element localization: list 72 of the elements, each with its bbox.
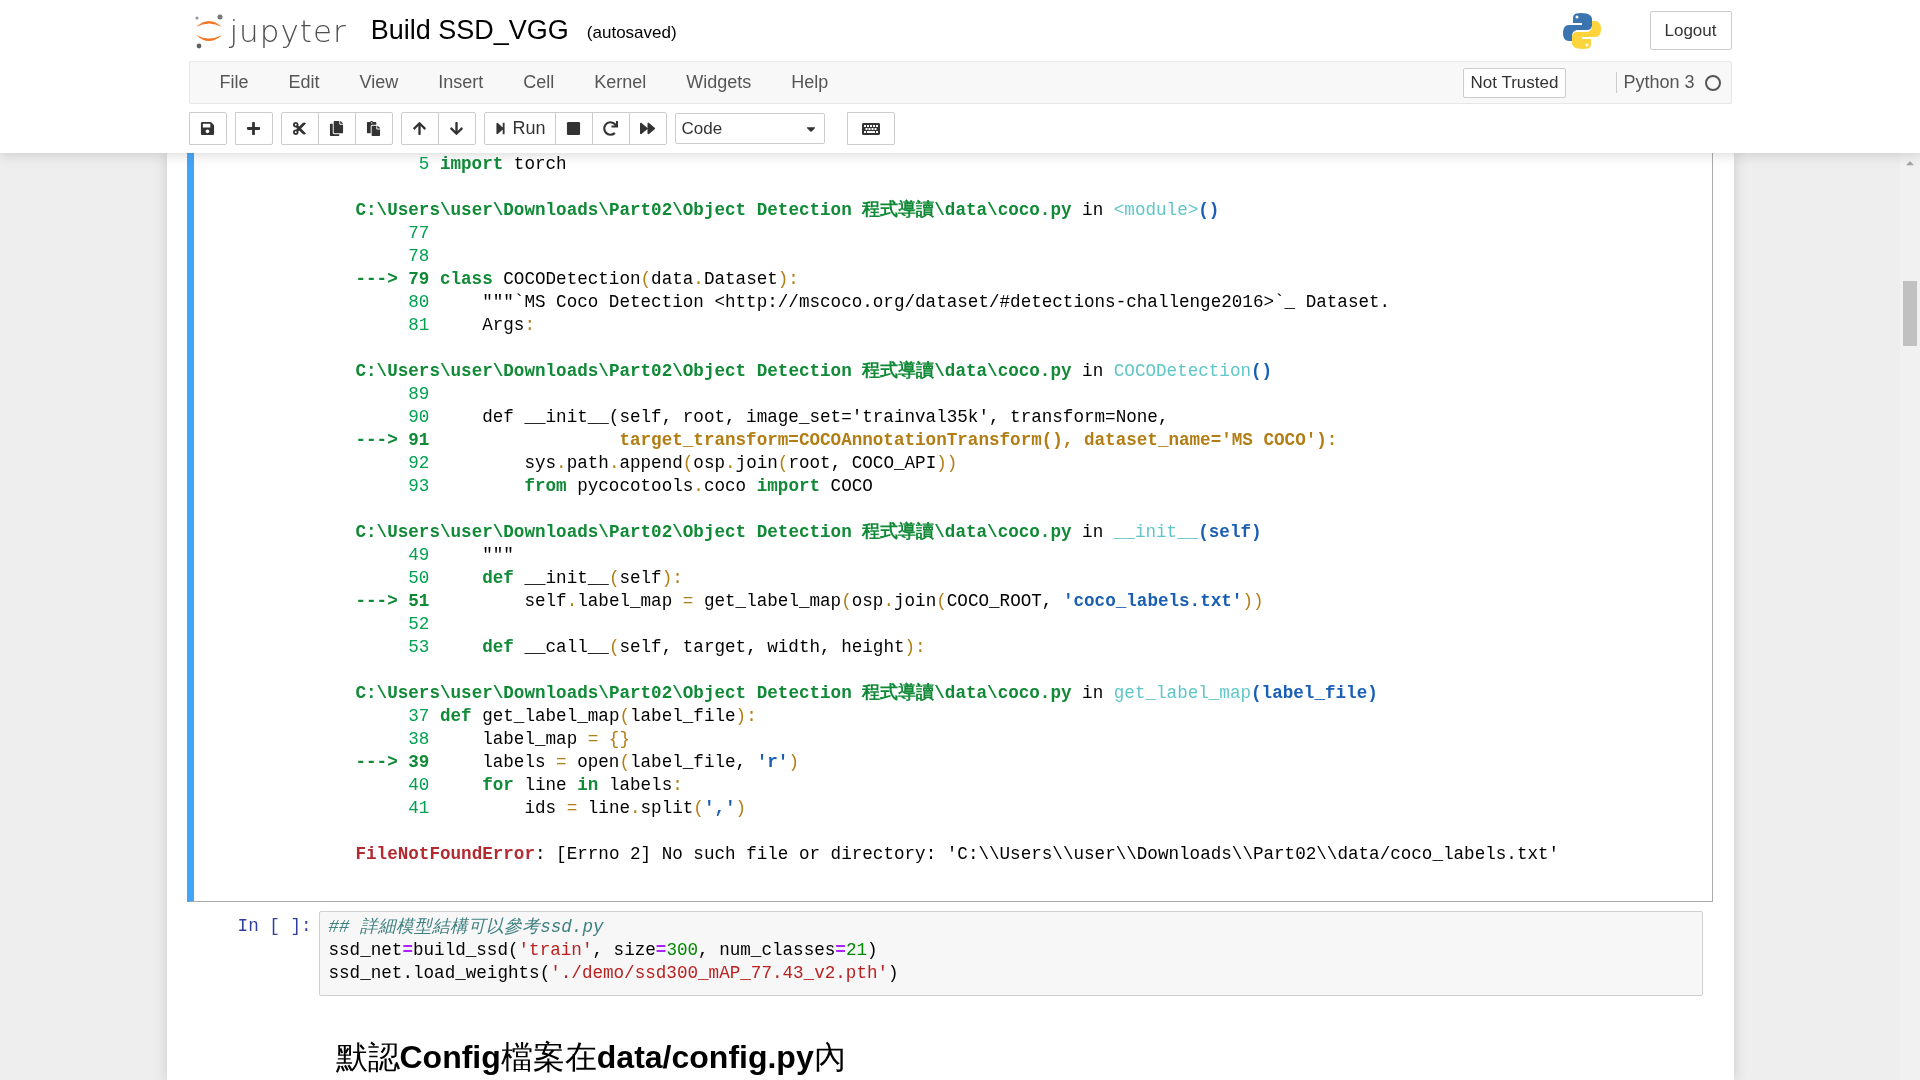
save-icon	[200, 121, 215, 136]
menu-item[interactable]: Kernel	[574, 72, 667, 93]
traceback-line: 77	[407, 222, 431, 245]
traceback-line: 81 Args:	[407, 314, 536, 337]
menu-item[interactable]: File	[199, 72, 269, 93]
code-line: ## 詳細模型結構可以參考ssd.py	[328, 916, 605, 939]
stop-icon	[566, 121, 582, 136]
cut-icon	[292, 121, 307, 136]
restart-icon	[603, 121, 619, 136]
markdown-heading: 默認Config檔案在data/config.py內	[335, 1038, 847, 1077]
traceback-line: 53 def __call__(self, target, width, height):	[407, 636, 927, 659]
arrow-up-icon	[412, 121, 427, 136]
logout-button[interactable]: Logout	[1649, 11, 1732, 50]
traceback-line: 89	[407, 383, 431, 406]
step-icon	[493, 122, 507, 135]
traceback-line: ---> 91 target_transform=COCOAnnotationTransform(), dataset_name='MS COCO'):	[355, 429, 1339, 452]
traceback-line: 93 from pycocotools.coco import COCO	[407, 475, 874, 498]
paste-icon	[366, 121, 381, 136]
fast-forward-icon	[640, 121, 656, 136]
menu-item[interactable]: Cell	[503, 72, 575, 93]
menu-item[interactable]: Widgets	[666, 72, 772, 93]
traceback-line: ---> 79 class COCODetection(data.Dataset):	[355, 268, 800, 291]
traceback-line: 40 for line in labels:	[407, 774, 684, 797]
traceback-line: 38 label_map = {}	[407, 728, 631, 751]
traceback-line: ---> 39 labels = open(label_file, 'r')	[355, 751, 800, 774]
traceback-line: ---> 51 self.label_map = get_label_map(osp.join(COCO_ROOT, 'coco_labels.txt'))	[355, 590, 1265, 613]
scrollbar-thumb[interactable]	[1903, 281, 1917, 346]
input-prompt: In [ ]:	[236, 915, 313, 938]
copy-icon	[329, 121, 344, 136]
cut-button[interactable]	[280, 112, 319, 145]
keyboard-button[interactable]	[846, 112, 895, 145]
traceback-header: C:\Users\user\Downloads\Part02\Object Detection 程式導讀\data\coco.py in get_label_map(label_file)	[355, 682, 1379, 705]
traceback-header: C:\Users\user\Downloads\Part02\Object Detection 程式導讀\data\coco.py in __init__(self)	[355, 521, 1263, 544]
move-up-button[interactable]	[400, 112, 439, 145]
notebook-title[interactable]: Build SSD_VGG	[370, 15, 569, 46]
traceback-line: 49 """	[407, 544, 515, 567]
insert-cell-button[interactable]	[234, 112, 273, 145]
traceback-header: C:\Users\user\Downloads\Part02\Object Detection 程式導讀\data\coco.py in COCODetection()	[355, 360, 1274, 383]
traceback-line: 90 def __init__(self, root, image_set='trainval35k', transform=None,	[407, 406, 1170, 429]
run-all-button[interactable]	[628, 112, 667, 145]
menu-item[interactable]: Insert	[418, 72, 504, 93]
plus-icon	[246, 121, 261, 136]
menu-item[interactable]: View	[339, 72, 419, 93]
code-input-area[interactable]: ## 詳細模型結構可以參考ssd.py ssd_net=build_ssd('train', size=300, num_classes=21) ssd_net.load_weights('./demo/ssd300_mAP_77.43_v2.pth')	[318, 911, 1703, 996]
paste-button[interactable]	[354, 112, 393, 145]
restart-button[interactable]	[591, 112, 630, 145]
traceback-line: 52	[407, 613, 431, 636]
traceback-line: 92 sys.path.append(osp.join(root, COCO_API))	[407, 452, 959, 475]
move-down-button[interactable]	[437, 112, 476, 145]
python-logo-icon	[1561, 10, 1602, 51]
traceback-line: 5 import torch	[417, 153, 568, 176]
error-message: FileNotFoundError: [Errno 2] No such file or directory: 'C:\\Users\\user\\Downloads\\Part02\\data/coco_labels.txt'	[355, 843, 1561, 866]
run-button[interactable]: Run	[483, 112, 556, 145]
traceback-line: 78	[407, 245, 431, 268]
autosave-status: (autosaved)	[586, 22, 677, 43]
arrow-down-icon	[449, 121, 464, 136]
kernel-name: Python 3	[1616, 72, 1695, 93]
save-button[interactable]	[188, 112, 227, 145]
traceback-line: 41 ids = line.split(',')	[407, 797, 748, 820]
menu-item[interactable]: Edit	[268, 72, 340, 93]
menu-item[interactable]: Help	[771, 72, 849, 93]
traceback-line: 37 def get_label_map(label_file):	[407, 705, 758, 728]
traceback-line: 80 """`MS Coco Detection <http://mscoco.org/dataset/#detections-challenge2016>`_ Dataset.	[407, 291, 1392, 314]
jupyter-logo-text[interactable]: jupyter	[229, 12, 347, 49]
code-line: ssd_net=build_ssd('train', size=300, num_classes=21)	[328, 939, 879, 962]
cell-type-select[interactable]: Code	[674, 113, 825, 144]
stop-button[interactable]	[554, 112, 593, 145]
traceback-header: C:\Users\user\Downloads\Part02\Object Detection 程式導讀\data\coco.py in <module>()	[355, 199, 1221, 222]
traceback-line: 50 def __init__(self):	[407, 567, 684, 590]
trust-indicator[interactable]: Not Trusted	[1462, 67, 1567, 98]
copy-button[interactable]	[317, 112, 356, 145]
code-line: ssd_net.load_weights('./demo/ssd300_mAP_77.43_v2.pth')	[328, 962, 900, 985]
